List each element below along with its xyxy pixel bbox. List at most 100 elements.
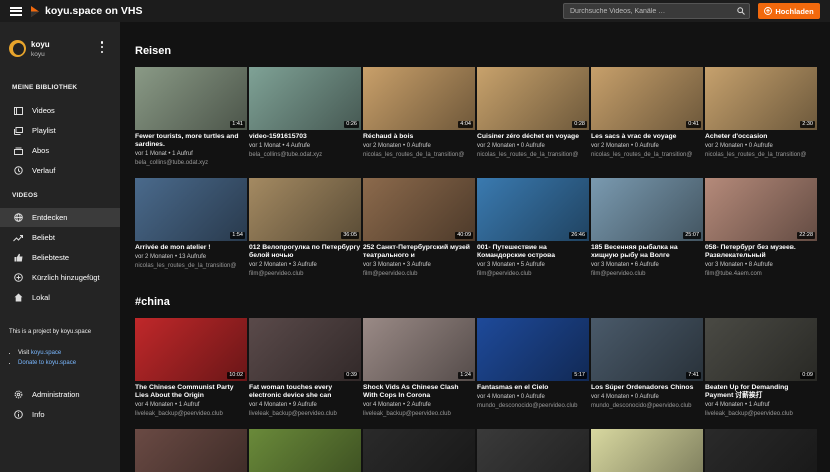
- video-channel[interactable]: liveleak_backup@peervideo.club: [249, 410, 361, 419]
- search-icon[interactable]: [733, 4, 749, 18]
- app-title[interactable]: koyu.space on VHS: [45, 5, 142, 17]
- video-card[interactable]: 26:46 001- Путешествие на Командорские ос…: [477, 178, 589, 279]
- video-card[interactable]: 4:04 Réchaud à bois vor 2 Monaten • 0 Aufr…: [363, 67, 475, 160]
- video-title[interactable]: video-1591615703: [249, 133, 361, 141]
- video-card[interactable]: 0:39 Fat woman touches every electronic d…: [249, 318, 361, 419]
- video-title[interactable]: Acheter d'occasion: [705, 133, 817, 141]
- video-title[interactable]: The Chinese Communist Party Lies About t…: [135, 384, 247, 400]
- logo-icon[interactable]: [30, 6, 40, 17]
- video-channel[interactable]: mundo_desconocido@peervideo.club: [477, 402, 589, 411]
- video-thumbnail[interactable]: 4:04: [363, 67, 475, 130]
- video-thumbnail[interactable]: 7:41: [591, 318, 703, 381]
- video-channel[interactable]: film@peervideo.club: [477, 270, 589, 279]
- video-card[interactable]: 0:26 video-1591615703 vor 1 Monat • 4 Aufr…: [249, 67, 361, 160]
- video-card[interactable]: [591, 429, 703, 472]
- video-card[interactable]: [363, 429, 475, 472]
- video-card[interactable]: [135, 429, 247, 472]
- video-channel[interactable]: nicolas_les_routes_de_la_transition@: [705, 151, 817, 160]
- video-card[interactable]: [477, 429, 589, 472]
- video-thumbnail[interactable]: 5:17: [477, 318, 589, 381]
- video-title[interactable]: 001- Путешествие на Командорские острова: [477, 244, 589, 260]
- video-channel[interactable]: film@tube.4aem.com: [705, 270, 817, 279]
- video-thumbnail[interactable]: 0:09: [705, 318, 817, 381]
- video-title[interactable]: 252 Санкт-Петербургский музей театрально…: [363, 244, 475, 260]
- video-card[interactable]: 0:41 Les sacs à vrac de voyage vor 2 Monat…: [591, 67, 703, 160]
- video-card[interactable]: 1:24 Shock Vids As Chinese Clash With Cop…: [363, 318, 475, 419]
- sidebar-item-info[interactable]: Info: [0, 405, 120, 424]
- sidebar-item-beliebt[interactable]: Beliebt: [0, 228, 120, 247]
- video-thumbnail[interactable]: 22:28: [705, 178, 817, 241]
- menu-icon[interactable]: [10, 6, 22, 16]
- video-thumbnail[interactable]: [705, 429, 817, 472]
- video-thumbnail[interactable]: 0:28: [477, 67, 589, 130]
- sidebar-item-lokal[interactable]: Lokal: [0, 288, 120, 307]
- donate-link[interactable]: Donate to koyu.space: [18, 360, 76, 366]
- user-name[interactable]: koyu: [31, 40, 50, 49]
- more-options-icon[interactable]: [100, 41, 104, 53]
- sidebar-item-abos[interactable]: Abos: [0, 141, 120, 160]
- video-title[interactable]: 012 Велопрогулка по Петербургу белой ноч…: [249, 244, 361, 260]
- sidebar-item-beliebteste[interactable]: Beliebteste: [0, 248, 120, 267]
- video-card[interactable]: 0:28 Cuisiner zéro déchet en voyage vor 2 …: [477, 67, 589, 160]
- video-title[interactable]: Cuisiner zéro déchet en voyage: [477, 133, 589, 141]
- video-title[interactable]: Fat woman touches every electronic devic…: [249, 384, 361, 400]
- video-channel[interactable]: mundo_desconocido@peervideo.club: [591, 402, 703, 411]
- video-title[interactable]: Réchaud à bois: [363, 133, 475, 141]
- video-thumbnail[interactable]: [363, 429, 475, 472]
- video-thumbnail[interactable]: 1:41: [135, 67, 247, 130]
- video-channel[interactable]: liveleak_backup@peervideo.club: [705, 410, 817, 419]
- video-thumbnail[interactable]: 0:26: [249, 67, 361, 130]
- video-channel[interactable]: nicolas_les_routes_de_la_transition@: [363, 151, 475, 160]
- video-thumbnail[interactable]: 0:39: [249, 318, 361, 381]
- video-card[interactable]: 40:09 252 Санкт-Петербургский музей театр…: [363, 178, 475, 279]
- video-card[interactable]: 36:05 012 Велопрогулка по Петербургу бело…: [249, 178, 361, 279]
- sidebar-item-videos[interactable]: Videos: [0, 101, 120, 120]
- video-thumbnail[interactable]: [591, 429, 703, 472]
- video-card[interactable]: 5:17 Fantasmas en el Cielo vor 4 Monaten •…: [477, 318, 589, 411]
- sidebar-item-kürzlich-hinzugefügt[interactable]: Kürzlich hinzugefügt: [0, 268, 120, 287]
- section-heading[interactable]: Reisen: [135, 45, 171, 57]
- video-channel[interactable]: bela_collins@tube.odat.xyz: [249, 151, 361, 160]
- sidebar-item-playlist[interactable]: Playlist: [0, 121, 120, 140]
- video-channel[interactable]: film@peervideo.club: [363, 270, 475, 279]
- video-card[interactable]: 7:41 Los Súper Ordenadores Chinos vor 4 Mo…: [591, 318, 703, 411]
- video-thumbnail[interactable]: 36:05: [249, 178, 361, 241]
- sidebar-item-entdecken[interactable]: Entdecken: [0, 208, 120, 227]
- video-title[interactable]: 185 Весенняя рыбалка на хищную рыбу на В…: [591, 244, 703, 260]
- video-thumbnail[interactable]: 2:30: [705, 67, 817, 130]
- visit-link[interactable]: koyu.space: [31, 350, 61, 356]
- video-thumbnail[interactable]: 1:54: [135, 178, 247, 241]
- video-title[interactable]: Fantasmas en el Cielo: [477, 384, 589, 392]
- video-thumbnail[interactable]: 1:24: [363, 318, 475, 381]
- video-channel[interactable]: film@peervideo.club: [249, 270, 361, 279]
- video-card[interactable]: 0:09 Beaten Up for Demanding Payment 讨薪挨打…: [705, 318, 817, 419]
- video-title[interactable]: Les sacs à vrac de voyage: [591, 133, 703, 141]
- video-channel[interactable]: nicolas_les_routes_de_la_transition@: [135, 262, 247, 271]
- video-card[interactable]: 25:07 185 Весенняя рыбалка на хищную рыбу…: [591, 178, 703, 279]
- video-card[interactable]: 2:30 Acheter d'occasion vor 2 Monaten • 0 …: [705, 67, 817, 160]
- video-title[interactable]: Arrivée de mon atelier !: [135, 244, 247, 252]
- video-title[interactable]: Beaten Up for Demanding Payment 讨薪挨打: [705, 384, 817, 400]
- video-card[interactable]: 1:54 Arrivée de mon atelier ! vor 2 Monate…: [135, 178, 247, 271]
- section-heading[interactable]: #china: [135, 296, 170, 308]
- video-card[interactable]: 10:02 The Chinese Communist Party Lies Ab…: [135, 318, 247, 419]
- video-title[interactable]: Shock Vids As Chinese Clash With Cops In…: [363, 384, 475, 400]
- video-channel[interactable]: liveleak_backup@peervideo.club: [135, 410, 247, 419]
- video-title[interactable]: Fewer tourists, more turtles and sardine…: [135, 133, 247, 149]
- video-thumbnail[interactable]: 40:09: [363, 178, 475, 241]
- video-card[interactable]: [705, 429, 817, 472]
- video-thumbnail[interactable]: [249, 429, 361, 472]
- upload-button[interactable]: Hochladen: [758, 3, 820, 19]
- video-title[interactable]: 058- Петербург без музеев. Развлекательн…: [705, 244, 817, 260]
- video-card[interactable]: 1:41 Fewer tourists, more turtles and sar…: [135, 67, 247, 168]
- video-card[interactable]: 22:28 058- Петербург без музеев. Развлека…: [705, 178, 817, 279]
- search-input[interactable]: [564, 7, 733, 15]
- video-channel[interactable]: film@peervideo.club: [591, 270, 703, 279]
- video-thumbnail[interactable]: 25:07: [591, 178, 703, 241]
- video-channel[interactable]: nicolas_les_routes_de_la_transition@: [477, 151, 589, 160]
- video-channel[interactable]: bela_collins@tube.odat.xyz: [135, 159, 247, 168]
- avatar[interactable]: [9, 40, 26, 57]
- video-thumbnail[interactable]: 10:02: [135, 318, 247, 381]
- video-thumbnail[interactable]: 26:46: [477, 178, 589, 241]
- video-channel[interactable]: nicolas_les_routes_de_la_transition@: [591, 151, 703, 160]
